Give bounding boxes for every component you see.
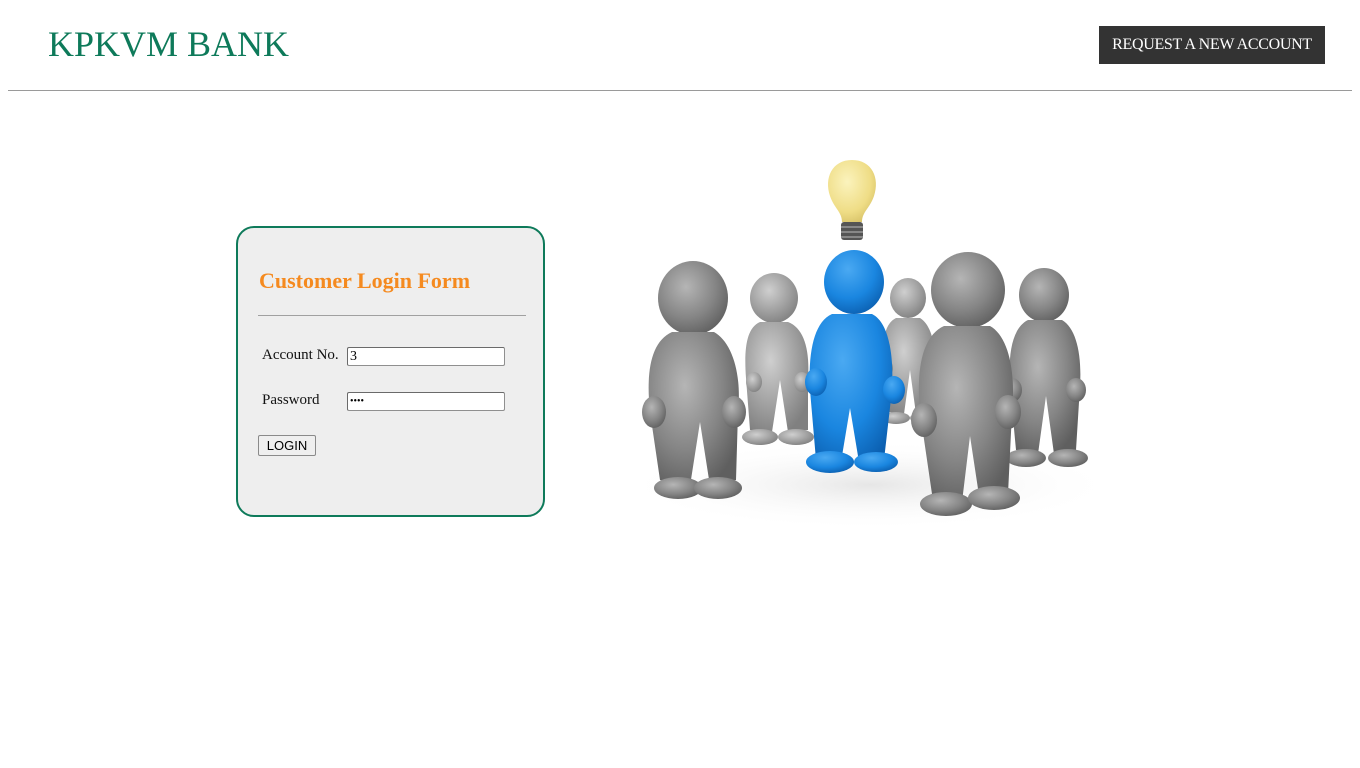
login-form-divider (258, 315, 526, 316)
light-bulb-icon (828, 160, 876, 240)
customer-login-card: Customer Login Form Account No. Password… (236, 226, 545, 517)
gray-figure-icon (1002, 268, 1088, 467)
blue-leader-figure-icon (805, 250, 905, 473)
gray-figure-icon (742, 273, 814, 445)
bank-logo[interactable]: KPKVM BANK (48, 24, 289, 64)
account-number-label: Account No. (262, 347, 339, 363)
login-button[interactable]: LOGIN (258, 435, 316, 456)
header-divider (8, 90, 1352, 91)
account-number-input[interactable] (347, 347, 505, 366)
login-form-title: Customer Login Form (259, 268, 471, 293)
request-new-account-button[interactable]: REQUEST A NEW ACCOUNT (1099, 26, 1325, 64)
password-input[interactable] (347, 392, 505, 411)
team-idea-illustration (620, 160, 1120, 530)
password-label: Password (262, 392, 320, 408)
page-header: KPKVM BANK REQUEST A NEW ACCOUNT (0, 0, 1360, 90)
